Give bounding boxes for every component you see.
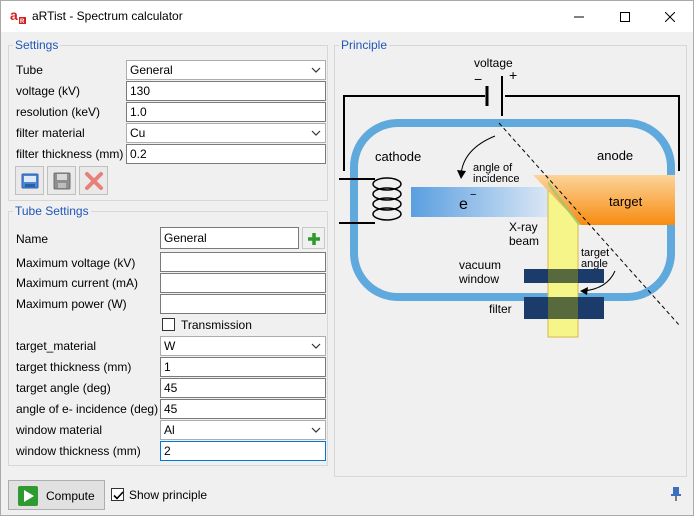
transmission-checkbox[interactable] [162, 318, 175, 331]
chevron-down-icon [311, 427, 321, 433]
resolution-input[interactable] [126, 102, 326, 122]
minimize-icon [574, 16, 584, 17]
target-thickness-input[interactable] [160, 357, 326, 377]
settings-legend: Settings [15, 38, 59, 52]
max-power-label: Maximum power (W) [16, 297, 127, 311]
tube-select-value: General [130, 63, 173, 77]
spectrum-calculator-window: a R aRTist - Spectrum calculator Setting… [0, 0, 694, 516]
save-icon [53, 172, 71, 190]
app-logo-icon: a R [10, 8, 26, 24]
save-button[interactable] [47, 166, 76, 195]
show-principle-checkbox[interactable] [111, 488, 124, 501]
svg-text:a: a [10, 8, 18, 23]
window-title: aRTist - Spectrum calculator [32, 9, 183, 23]
filter-material-label: filter material [16, 126, 85, 140]
incidence-angle-label: angle of e- incidence (deg) [16, 402, 159, 416]
chevron-down-icon [311, 67, 321, 73]
max-voltage-label: Maximum voltage (kV) [16, 256, 136, 270]
cathode-coil [372, 177, 402, 221]
svg-text:R: R [20, 19, 25, 24]
voltage-input[interactable] [126, 81, 326, 101]
play-icon [18, 486, 38, 506]
incidence-angle-input[interactable] [160, 399, 326, 419]
electron-sup: − [470, 189, 476, 201]
window-material-select[interactable]: Al [160, 420, 326, 440]
incidence-arrowhead [457, 170, 466, 179]
target-angle-text-2: angle [581, 258, 608, 270]
load-icon [21, 173, 39, 189]
minimize-button[interactable] [556, 1, 602, 32]
beam-text: beam [509, 234, 539, 248]
max-power-input[interactable] [160, 294, 326, 314]
show-principle-label: Show principle [129, 488, 208, 502]
window-text: window [458, 272, 499, 286]
load-button[interactable] [15, 166, 44, 195]
resolution-label: resolution (keV) [16, 105, 101, 119]
title-bar: a R aRTist - Spectrum calculator [1, 1, 693, 32]
voltage-text: voltage [474, 56, 513, 70]
close-icon [665, 11, 675, 22]
target-angle-input[interactable] [160, 378, 326, 398]
checkmark-icon [113, 491, 124, 500]
name-label: Name [16, 232, 49, 246]
chevron-down-icon [311, 130, 321, 136]
close-button[interactable] [647, 1, 693, 32]
vacuum-text: vacuum [459, 258, 501, 272]
window-material-label: window material [16, 423, 103, 437]
compute-button[interactable]: Compute [8, 480, 105, 510]
incidence-text: incidence [473, 173, 519, 185]
principle-diagram: voltage − + cathode anode e − target ang… [339, 56, 681, 338]
tube-select[interactable]: General [126, 60, 326, 80]
max-voltage-input[interactable] [160, 252, 326, 272]
add-tube-button[interactable] [302, 227, 325, 249]
window-beam-overlap [548, 269, 578, 283]
tube-label: Tube [16, 63, 43, 77]
max-current-label: Maximum current (mA) [16, 276, 139, 290]
maximize-button[interactable] [602, 1, 648, 32]
principle-legend: Principle [341, 38, 388, 52]
target-material-value: W [164, 339, 176, 353]
delete-button[interactable] [79, 166, 108, 195]
target-thickness-label: target thickness (mm) [16, 360, 132, 374]
filter-material-select[interactable]: Cu [126, 123, 326, 143]
anode-text: anode [597, 148, 633, 163]
tube-settings-legend: Tube Settings [15, 204, 89, 218]
xray-text: X-ray [509, 220, 538, 234]
cathode-text: cathode [375, 149, 421, 164]
max-current-input[interactable] [160, 273, 326, 293]
window-thickness-label: window thickness (mm) [16, 444, 141, 458]
target-material-select[interactable]: W [160, 336, 326, 356]
tube-name-input[interactable] [160, 227, 299, 249]
maximize-icon [620, 11, 630, 22]
delete-icon [85, 172, 103, 190]
chevron-down-icon [311, 343, 321, 349]
filter-text: filter [489, 302, 512, 316]
plus-sign: + [509, 67, 517, 83]
filter-thickness-label: filter thickness (mm) [16, 147, 124, 161]
filter-material-value: Cu [130, 126, 146, 140]
filter-thickness-input[interactable] [126, 144, 326, 164]
target-material-label: target_material [16, 339, 97, 353]
voltage-label: voltage (kV) [16, 84, 81, 98]
minus-sign: − [474, 71, 482, 87]
transmission-label: Transmission [181, 318, 252, 332]
window-thickness-input[interactable] [160, 441, 326, 461]
window-material-value: Al [164, 423, 175, 437]
electron-text: e [459, 196, 468, 213]
add-icon [308, 233, 320, 245]
pin-icon[interactable] [669, 486, 683, 502]
electron-beam [411, 187, 551, 217]
filter-beam-overlap [548, 297, 578, 319]
target-text: target [609, 194, 643, 209]
target-angle-label: target angle (deg) [16, 381, 111, 395]
compute-label: Compute [46, 489, 95, 503]
